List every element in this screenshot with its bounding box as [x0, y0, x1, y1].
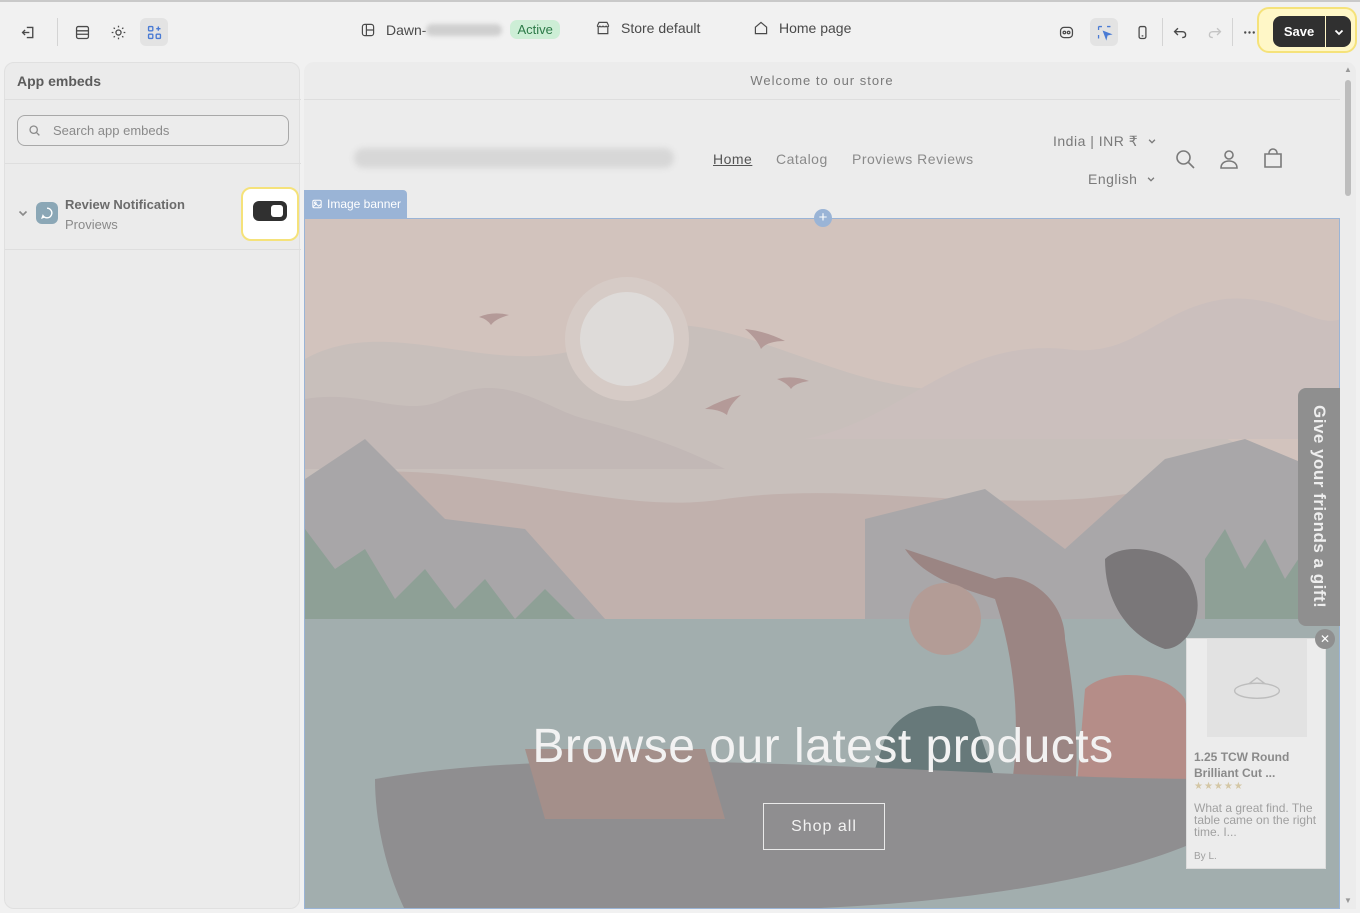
chevron-down-icon[interactable] [17, 207, 29, 219]
shop-all-button[interactable]: Shop all [763, 803, 885, 850]
review-author: By L. [1194, 851, 1217, 862]
inspector-icon[interactable] [1052, 18, 1080, 46]
chevron-down-icon [1148, 139, 1155, 144]
embed-provider: Proviews [65, 217, 118, 232]
store-selector[interactable]: Store default [595, 20, 700, 36]
language-selector[interactable]: English [1088, 171, 1156, 187]
page-label: Home page [779, 20, 852, 36]
search-input[interactable] [53, 123, 273, 138]
app-embeds-icon[interactable] [140, 18, 168, 46]
product-image [1207, 639, 1307, 737]
gift-tab-label: Give your friends a gift! [1310, 405, 1329, 609]
store-logo-redacted[interactable] [354, 148, 674, 168]
store-preview: Welcome to our store Home Catalog Provie… [304, 62, 1356, 909]
image-banner-tag[interactable]: Image banner [304, 190, 407, 218]
sections-icon[interactable] [68, 18, 96, 46]
theme-icon [361, 23, 375, 36]
store-icon [596, 21, 610, 35]
toggle-knob [271, 205, 283, 217]
divider [5, 163, 301, 164]
save-button[interactable]: Save [1273, 16, 1325, 47]
preview-scrollbar[interactable]: ▲ ▼ [1342, 62, 1354, 909]
add-section-icon[interactable]: + [814, 209, 832, 227]
close-icon[interactable]: ✕ [1315, 629, 1335, 649]
proviews-app-icon [36, 202, 58, 224]
review-notification-popup[interactable]: 1.25 TCW Round Brilliant Cut ... ★★★★★ W… [1186, 638, 1326, 869]
divider [1162, 18, 1163, 46]
rating-stars: ★★★★★ [1194, 781, 1244, 792]
toggle-highlight [241, 187, 299, 241]
image-banner[interactable]: Browse our latest products Shop all [304, 218, 1340, 909]
embed-name: Review Notification [65, 197, 185, 212]
divider [5, 99, 301, 100]
mobile-preview-icon[interactable] [1128, 18, 1156, 46]
scroll-thumb[interactable] [1345, 80, 1351, 196]
nav-proviews-reviews[interactable]: Proviews Reviews [852, 151, 974, 167]
cart-icon[interactable] [1262, 148, 1284, 170]
theme-status-badge: Active [510, 20, 560, 39]
undo-icon[interactable] [1166, 18, 1194, 46]
embed-toggle[interactable] [253, 201, 287, 221]
app-embeds-panel: App embeds Review Notification Proviews [4, 62, 301, 909]
select-cursor-icon[interactable] [1090, 18, 1118, 46]
hero-title: Browse our latest products [532, 720, 1114, 773]
scroll-down-arrow[interactable]: ▼ [1344, 897, 1352, 905]
search-icon [29, 125, 40, 136]
scroll-up-arrow[interactable]: ▲ [1344, 66, 1352, 74]
nav-catalog[interactable]: Catalog [776, 151, 828, 167]
redo-icon[interactable] [1200, 18, 1228, 46]
embed-item: Review Notification Proviews [5, 177, 301, 249]
chevron-down-icon [1334, 29, 1343, 35]
divider [5, 249, 301, 250]
theme-name: Dawn- [386, 21, 427, 38]
language-label: English [1088, 171, 1138, 187]
theme-id-redacted [426, 23, 503, 36]
nav-home[interactable]: Home [713, 151, 752, 167]
store-label: Store default [621, 20, 701, 36]
country-label: India | INR ₹ [1053, 133, 1139, 149]
save-options-button[interactable] [1326, 16, 1351, 47]
theme-selector[interactable]: Dawn- Active [360, 20, 560, 39]
search-icon[interactable] [1174, 148, 1196, 170]
divider [1232, 18, 1233, 46]
chevron-down-icon [1147, 177, 1155, 182]
divider [57, 18, 58, 46]
image-banner-label: Image banner [327, 197, 402, 211]
home-icon [754, 21, 768, 35]
gear-icon[interactable] [104, 18, 132, 46]
account-icon[interactable] [1218, 148, 1240, 170]
exit-icon[interactable] [14, 18, 42, 46]
announcement-bar: Welcome to our store [304, 62, 1340, 100]
country-selector[interactable]: India | INR ₹ [1053, 133, 1157, 150]
review-text: What a great find. The table came on the… [1194, 801, 1317, 839]
product-name: 1.25 TCW Round Brilliant Cut ... [1194, 750, 1290, 780]
search-box[interactable] [17, 115, 289, 146]
page-selector[interactable]: Home page [753, 20, 851, 36]
top-bar: Dawn- Active Store default Home page Sav… [0, 0, 1360, 60]
image-icon [312, 199, 322, 209]
panel-title: App embeds [17, 73, 102, 89]
